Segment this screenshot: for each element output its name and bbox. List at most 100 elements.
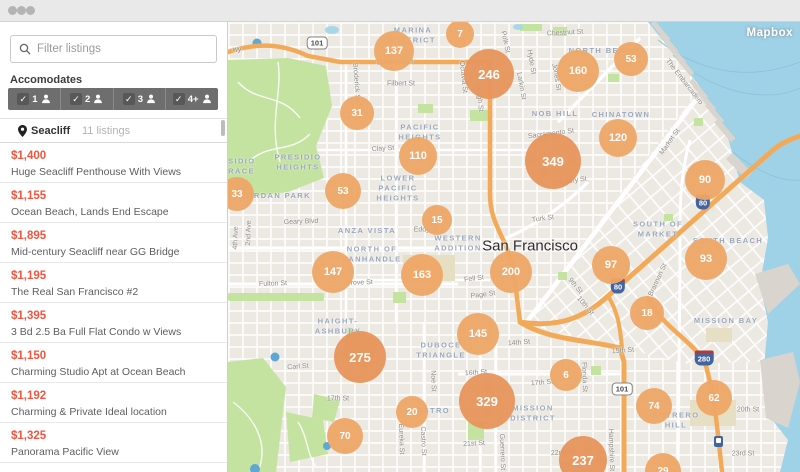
street-label: 20th St xyxy=(736,406,760,414)
listings-list: $1,400 Huge Seacliff Penthouse With Views… xyxy=(0,143,227,463)
map-cluster[interactable]: 110 xyxy=(399,137,437,175)
map-cluster[interactable]: 6 xyxy=(550,359,582,391)
person-icon xyxy=(147,94,155,104)
street-label: Geary Blvd xyxy=(283,217,319,227)
street-label: wy xyxy=(232,46,242,54)
street-label: Eureka St xyxy=(396,423,406,455)
window-dot[interactable] xyxy=(17,6,26,15)
street-label: 2nd Ave xyxy=(245,220,253,246)
window-dot[interactable] xyxy=(26,6,35,15)
listing-item[interactable]: $1,155 Ocean Beach, Lands End Escape xyxy=(0,183,227,223)
map-cluster[interactable]: 53 xyxy=(614,42,648,76)
city-label: San Francisco xyxy=(482,237,578,255)
accommodates-group: ✓ 1 ✓ 2 ✓ 3 ✓ 4+ xyxy=(8,88,218,110)
map-canvas[interactable]: wyLombard StFilbert StBroderick StChestn… xyxy=(228,22,800,472)
map-cluster[interactable]: 90 xyxy=(685,160,725,200)
street-label: Noe St xyxy=(429,370,437,392)
map-cluster[interactable]: 246 xyxy=(464,49,514,99)
window-dot[interactable] xyxy=(8,6,17,15)
listing-price: $1,195 xyxy=(11,270,47,282)
map-cluster[interactable]: 329 xyxy=(459,373,515,429)
listing-title: Panorama Pacific View xyxy=(11,446,119,458)
checkbox-checked-icon: ✓ xyxy=(122,93,135,105)
accommodates-option-4+[interactable]: ✓ 4+ xyxy=(166,88,218,110)
map-cluster[interactable]: 349 xyxy=(525,133,581,189)
person-icon xyxy=(94,94,103,104)
area-label: NOB HILL xyxy=(531,109,579,119)
listing-title: 3 Bd 2.5 Ba Full Flat Condo w Views xyxy=(11,326,182,338)
map-cluster[interactable]: 137 xyxy=(374,31,414,71)
listing-item[interactable]: $1,325 Panorama Pacific View xyxy=(0,423,227,463)
map-cluster[interactable]: 160 xyxy=(557,50,599,92)
listing-price: $1,400 xyxy=(11,150,47,162)
person-icon xyxy=(41,94,50,104)
street-label: 17th St xyxy=(326,395,350,403)
street-label: 4th Ave xyxy=(232,226,240,250)
filter-listings-box xyxy=(10,35,217,63)
listing-item[interactable]: $1,195 The Real San Francisco #2 xyxy=(0,263,227,303)
listing-price: $1,155 xyxy=(11,190,47,202)
map-cluster[interactable]: 97 xyxy=(592,246,630,284)
street-label: Carl St xyxy=(287,362,309,372)
section-header[interactable]: Seacliff 11 listings xyxy=(0,118,227,143)
accommodates-option-1[interactable]: ✓ 1 xyxy=(8,88,61,110)
listing-price: $1,895 xyxy=(11,230,47,242)
street-label: 23rd St xyxy=(731,450,755,458)
listing-item[interactable]: $1,150 Charming Studio Apt at Ocean Beach xyxy=(0,343,227,383)
street-label: Filbert St xyxy=(386,80,416,88)
interstate-shield: 280 xyxy=(694,350,714,366)
map-cluster[interactable]: 120 xyxy=(599,119,637,157)
map-cluster[interactable]: 70 xyxy=(327,418,363,454)
listing-item[interactable]: $1,895 Mid-century Seacliff near GG Bridg… xyxy=(0,223,227,263)
area-label: PRESIDIO HEIGHTS xyxy=(274,152,322,171)
area-label: MISSION BAY xyxy=(693,316,759,326)
listing-title: Huge Seacliff Penthouse With Views xyxy=(11,166,182,178)
street-label: 21st St xyxy=(462,439,486,449)
listing-item[interactable]: $1,400 Huge Seacliff Penthouse With Views xyxy=(0,143,227,183)
listings-sidebar: Accomodates ✓1✓2✓3✓4+ Seacliff 11 listin… xyxy=(0,22,228,472)
street-label: Guerrero St xyxy=(497,433,507,471)
map-cluster[interactable]: 20 xyxy=(396,396,428,428)
map-pin-icon xyxy=(18,125,27,137)
us-route-shield: 101 xyxy=(611,382,633,396)
listing-price: $1,150 xyxy=(11,350,47,362)
map-cluster[interactable]: 93 xyxy=(685,238,727,280)
map-cluster[interactable]: 145 xyxy=(457,313,499,355)
accommodates-option-label: 4+ xyxy=(187,93,199,105)
listing-price: $1,325 xyxy=(11,430,47,442)
area-label: ANZA VISTA xyxy=(337,226,397,236)
map-cluster[interactable]: 275 xyxy=(334,331,386,383)
sidebar-scrollbar[interactable] xyxy=(221,120,225,136)
map-cluster[interactable]: 147 xyxy=(312,251,354,293)
section-count: 11 listings xyxy=(82,125,131,137)
filter-listings-input[interactable] xyxy=(37,37,212,61)
street-label: Hampshire St xyxy=(606,428,616,472)
map-cluster[interactable]: 15 xyxy=(422,205,452,235)
map-cluster[interactable]: 62 xyxy=(696,380,732,416)
area-label: PRESIDIO TERRACE xyxy=(228,156,256,175)
accommodates-option-2[interactable]: ✓ 2 xyxy=(61,88,114,110)
listing-price: $1,395 xyxy=(11,310,47,322)
street-label: Fulton St xyxy=(258,280,288,288)
map-cluster[interactable]: 31 xyxy=(340,96,374,130)
map-cluster[interactable]: 53 xyxy=(325,173,361,209)
checkbox-checked-icon: ✓ xyxy=(17,93,30,105)
listing-title: The Real San Francisco #2 xyxy=(11,286,139,298)
map-cluster[interactable]: 200 xyxy=(490,251,532,293)
area-label: WESTERN ADDITION xyxy=(434,233,482,252)
listing-title: Charming & Private Ideal location xyxy=(11,406,167,418)
listing-item[interactable]: $1,395 3 Bd 2.5 Ba Full Flat Condo w View… xyxy=(0,303,227,343)
map-cluster[interactable]: 18 xyxy=(630,296,664,330)
area-label: SOUTH OF MARKET xyxy=(633,219,683,238)
listing-title: Charming Studio Apt at Ocean Beach xyxy=(11,366,186,378)
transit-station-icon xyxy=(714,436,723,447)
street-label: Clay St xyxy=(371,144,395,154)
map-cluster[interactable]: 74 xyxy=(636,388,672,424)
map-cluster[interactable]: 163 xyxy=(401,254,443,296)
area-label: MISSION DISTRICT xyxy=(510,403,556,422)
mapbox-logo[interactable]: Mapbox xyxy=(747,27,793,39)
accommodates-option-3[interactable]: ✓ 3 xyxy=(114,88,167,110)
listing-item[interactable]: $1,192 Charming & Private Ideal location xyxy=(0,383,227,423)
accommodates-option-label: 1 xyxy=(32,93,38,105)
listing-price: $1,192 xyxy=(11,390,47,402)
